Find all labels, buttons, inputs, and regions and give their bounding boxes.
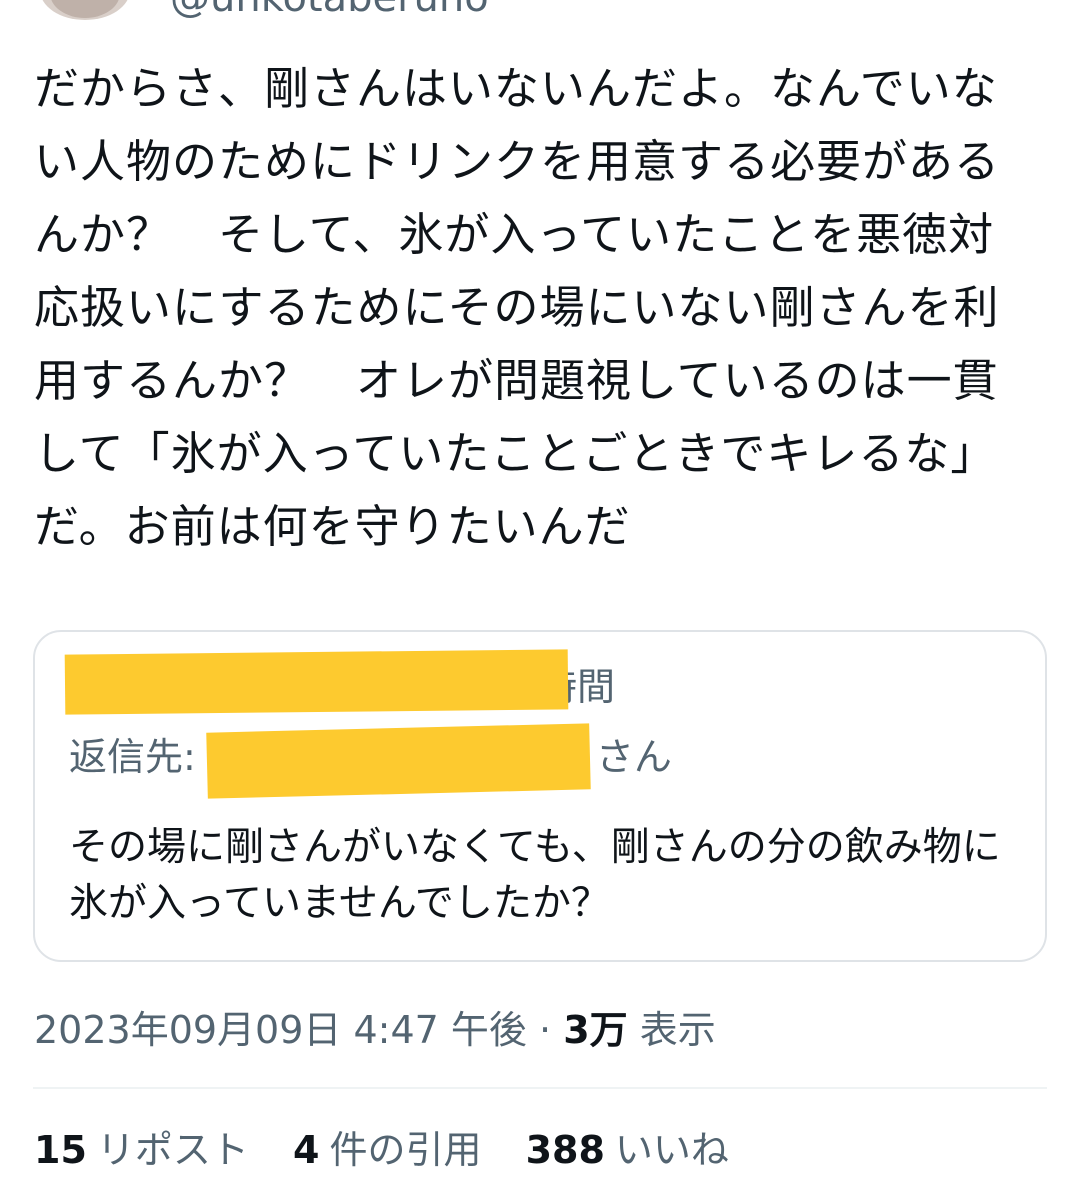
quotes-label: 件の引用 <box>329 1128 482 1172</box>
likes-label: いいね <box>614 1128 729 1172</box>
likes-stat[interactable]: 388 いいね <box>526 1125 729 1175</box>
reposts-stat[interactable]: 15 リポスト <box>34 1125 249 1175</box>
redaction-bar <box>64 649 569 715</box>
quoted-tweet-card[interactable]: 時間 返信先: さん その場に剛さんがいなくても、剛さんの分の飲み物に氷が入ってい… <box>33 630 1047 962</box>
timestamp[interactable]: 2023年09月09日 4:47 午後 <box>34 1008 527 1052</box>
quotes-stat[interactable]: 4 件の引用 <box>293 1125 481 1175</box>
reposts-count: 15 <box>34 1128 87 1172</box>
reposts-label: リポスト <box>96 1128 249 1172</box>
divider <box>33 1087 1047 1089</box>
meta-separator: · <box>539 1008 552 1052</box>
views-count: 3万 <box>563 1008 628 1052</box>
avatar[interactable] <box>40 0 130 20</box>
tweet-text: だからさ、剛さんはいないんだよ。なんでいない人物のためにドリンクを用意する必要が… <box>34 62 1001 553</box>
reply-suffix: さん <box>595 735 672 779</box>
engagement-stats: 15 リポスト 4 件の引用 388 いいね <box>34 1125 761 1175</box>
author-handle[interactable]: @unkotaberuno <box>170 0 489 18</box>
views-label: 表示 <box>639 1008 716 1052</box>
quoted-tweet-text: その場に剛さんがいなくても、剛さんの分の飲み物に氷が入っていませんでしたか？ <box>69 825 1001 926</box>
redaction-bar <box>206 723 591 799</box>
likes-count: 388 <box>525 1128 605 1172</box>
quotes-count: 4 <box>293 1128 320 1172</box>
tweet-meta: 2023年09月09日 4:47 午後 · 3万 表示 <box>34 1005 716 1055</box>
reply-prefix: 返信先: <box>69 735 196 779</box>
